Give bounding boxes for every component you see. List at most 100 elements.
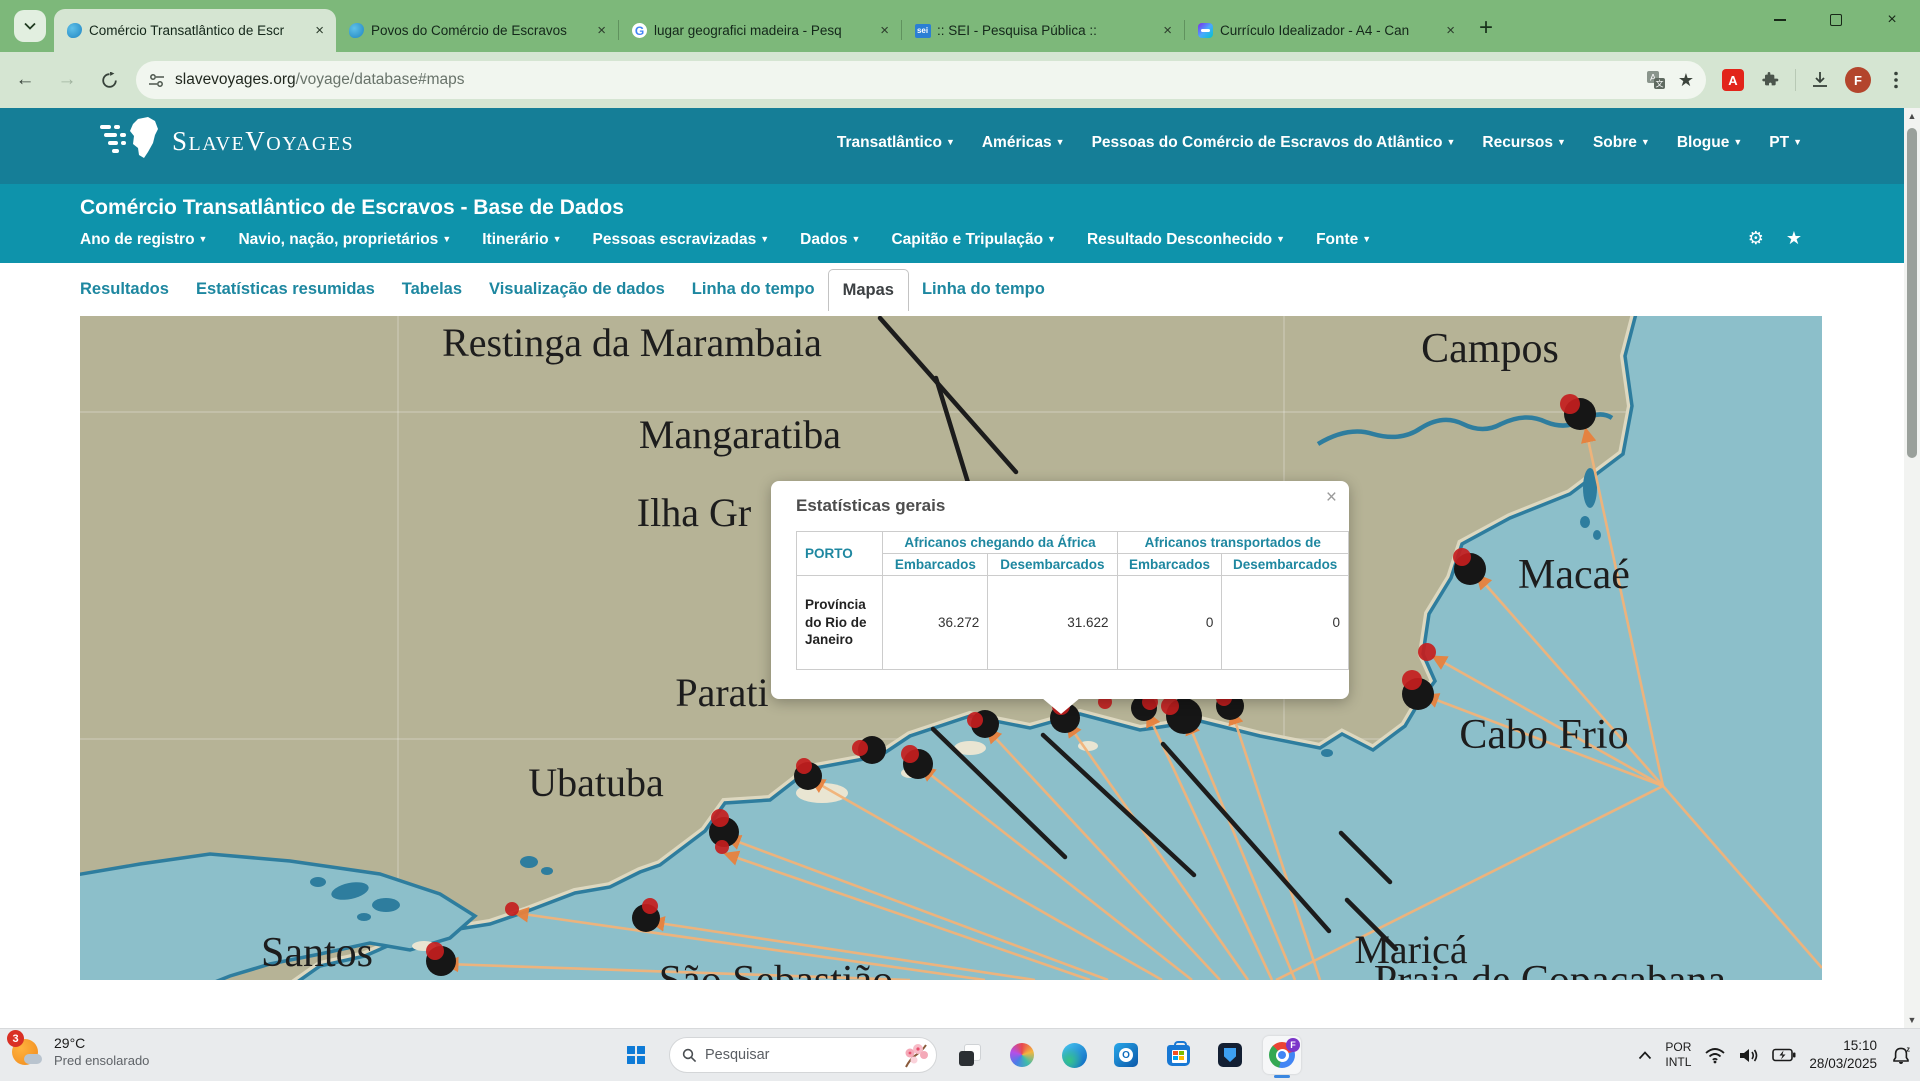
site-logo[interactable]: SLAVEVOYAGES [100,117,354,165]
translate-icon[interactable]: A 文 [1646,70,1666,90]
profile-avatar[interactable]: F [1842,64,1874,96]
weather-icon: 3 [10,1034,46,1070]
filter-menu-dados[interactable]: Dados▼ [800,231,860,249]
volume-icon[interactable] [1739,1047,1759,1064]
chevron-down-icon: ▼ [1793,137,1802,147]
nav-item-am-ricas[interactable]: Américas▼ [982,134,1065,152]
outlook-icon[interactable]: O [1107,1036,1145,1074]
task-view-button[interactable] [951,1036,989,1074]
browser-tab[interactable]: Glugar geografici madeira - Pesq× [619,9,901,52]
start-button[interactable] [617,1036,655,1074]
browser-tab[interactable]: sei:: SEI - Pesquisa Pública ::× [902,9,1184,52]
tab-search-button[interactable] [14,10,46,42]
view-tab-tabelas[interactable]: Tabelas [402,280,462,299]
tab-close-icon[interactable]: × [876,22,893,39]
favorite-star-icon[interactable]: ★ [1786,228,1802,249]
adobe-acrobat-extension-icon[interactable]: A [1717,64,1749,96]
scroll-up-arrow[interactable]: ▲ [1904,111,1920,121]
forward-button[interactable]: → [50,63,84,97]
filter-menu-fonte[interactable]: Fonte▼ [1316,231,1371,249]
language-indicator[interactable]: PORINTL [1665,1040,1691,1070]
popup-close-icon[interactable]: × [1326,487,1337,509]
chrome-icon-active[interactable]: F [1263,1036,1301,1074]
filter-menu-itiner-rio[interactable]: Itinerário▼ [482,231,561,249]
search-icon [682,1048,697,1063]
row-value: 36.272 [883,576,988,670]
bookmark-star-icon[interactable]: ★ [1678,71,1694,89]
tab-close-icon[interactable]: × [1442,22,1459,39]
row-value: 0 [1222,576,1349,670]
system-tray: PORINTL 15:1028/03/2025 z [1638,1029,1912,1081]
nav-item-blogue[interactable]: Blogue▼ [1677,134,1742,152]
chevron-down-icon: ▼ [199,234,208,244]
chevron-down-icon: ▼ [1056,137,1065,147]
window-close-button[interactable]: × [1864,0,1920,40]
search-highlight-blossom-image[interactable] [900,1041,930,1069]
voyage-marker[interactable] [1418,643,1436,661]
voyage-marker[interactable] [715,840,729,854]
page-scrollbar[interactable]: ▲ ▼ [1904,108,1920,1028]
view-tab-linha-do-tempo[interactable]: Linha do tempo [692,280,815,299]
edge-icon[interactable] [1055,1036,1093,1074]
taskbar-search[interactable]: Pesquisar [669,1037,937,1073]
site-logo-text: SLAVEVOYAGES [172,126,354,157]
nav-item-sobre[interactable]: Sobre▼ [1593,134,1650,152]
map-label: Ubatuba [528,760,664,805]
clock[interactable]: 15:1028/03/2025 [1809,1037,1877,1072]
tray-expand-chevron-icon[interactable] [1638,1051,1652,1060]
voyage-marker[interactable] [505,902,519,916]
browser-tab-strip: Comércio Transatlântico de Escr×Povos do… [0,0,1920,52]
filter-menu-resultado-desconhecido[interactable]: Resultado Desconhecido▼ [1087,231,1285,249]
scroll-down-arrow[interactable]: ▼ [1904,1015,1920,1025]
filter-menu-pessoas-escravizadas[interactable]: Pessoas escravizadas▼ [592,231,769,249]
filter-menu-capit-o-e-tripula-o[interactable]: Capitão e Tripulação▼ [891,231,1056,249]
slavevoyages-favicon [348,22,365,39]
view-tab-mapas[interactable]: Mapas [828,269,909,311]
sub-header: Desembarcados [988,554,1117,576]
site-info-icon[interactable] [148,73,165,88]
chevron-down-icon: ▼ [1047,234,1056,244]
microsoft-store-icon[interactable] [1159,1036,1197,1074]
browser-tab[interactable]: Comércio Transatlântico de Escr× [54,9,336,52]
sub-header: Desembarcados [1222,554,1349,576]
scrollbar-thumb[interactable] [1907,128,1917,458]
wifi-icon[interactable] [1704,1046,1726,1064]
chevron-down-icon: ▼ [946,137,955,147]
address-bar[interactable]: slavevoyages.org/voyage/database#maps A … [136,61,1706,99]
filter-menu-navio-na-o-propriet-rios[interactable]: Navio, nação, proprietários▼ [238,231,451,249]
downloads-button[interactable] [1804,64,1836,96]
browser-tab[interactable]: Povos do Comércio de Escravos× [336,9,618,52]
extensions-puzzle-icon[interactable] [1755,64,1787,96]
nav-item-pessoas-do-com-rcio-de-escravos-do-atl-ntico[interactable]: Pessoas do Comércio de Escravos do Atlân… [1092,134,1456,152]
security-shield-app-icon[interactable] [1211,1036,1249,1074]
tab-close-icon[interactable]: × [1159,22,1176,39]
svg-text:文: 文 [1655,79,1663,89]
browser-menu-button[interactable] [1880,64,1912,96]
copilot-icon[interactable] [1003,1036,1041,1074]
nav-item-pt[interactable]: PT▼ [1769,134,1802,152]
view-tab-linha-do-tempo[interactable]: Linha do tempo [922,280,1045,299]
filter-menu-ano-de-registro[interactable]: Ano de registro▼ [80,231,207,249]
view-tab-estat-sticas-resumidas[interactable]: Estatísticas resumidas [196,280,375,299]
group-header-2: Africanos transportados de [1117,532,1348,554]
nav-item-recursos[interactable]: Recursos▼ [1482,134,1566,152]
view-tab-resultados[interactable]: Resultados [80,280,169,299]
back-button[interactable]: ← [8,63,42,97]
settings-gear-icon[interactable]: ⚙ [1748,228,1764,249]
notification-bell-icon[interactable]: z [1890,1045,1912,1065]
battery-charging-icon[interactable] [1772,1048,1796,1062]
map-label: Mangaratiba [639,412,841,457]
browser-tab[interactable]: Currículo Idealizador - A4 - Can× [1185,9,1467,52]
view-tab-visualiza-o-de-dados[interactable]: Visualização de dados [489,280,665,299]
weather-widget[interactable]: 3 29°C Pred ensolarado [10,1034,149,1070]
chevron-down-icon: ▼ [852,234,861,244]
tab-close-icon[interactable]: × [311,22,328,39]
tab-close-icon[interactable]: × [593,22,610,39]
site-header: SLAVEVOYAGES Transatlântico▼ Américas▼ Pes… [0,108,1920,184]
window-maximize-button[interactable] [1808,0,1864,40]
new-tab-button[interactable]: + [1479,16,1493,40]
url-text[interactable]: slavevoyages.org/voyage/database#maps [175,71,1634,89]
reload-button[interactable] [92,63,126,97]
window-minimize-button[interactable] [1752,0,1808,40]
nav-item-transatl-ntico[interactable]: Transatlântico▼ [837,134,955,152]
